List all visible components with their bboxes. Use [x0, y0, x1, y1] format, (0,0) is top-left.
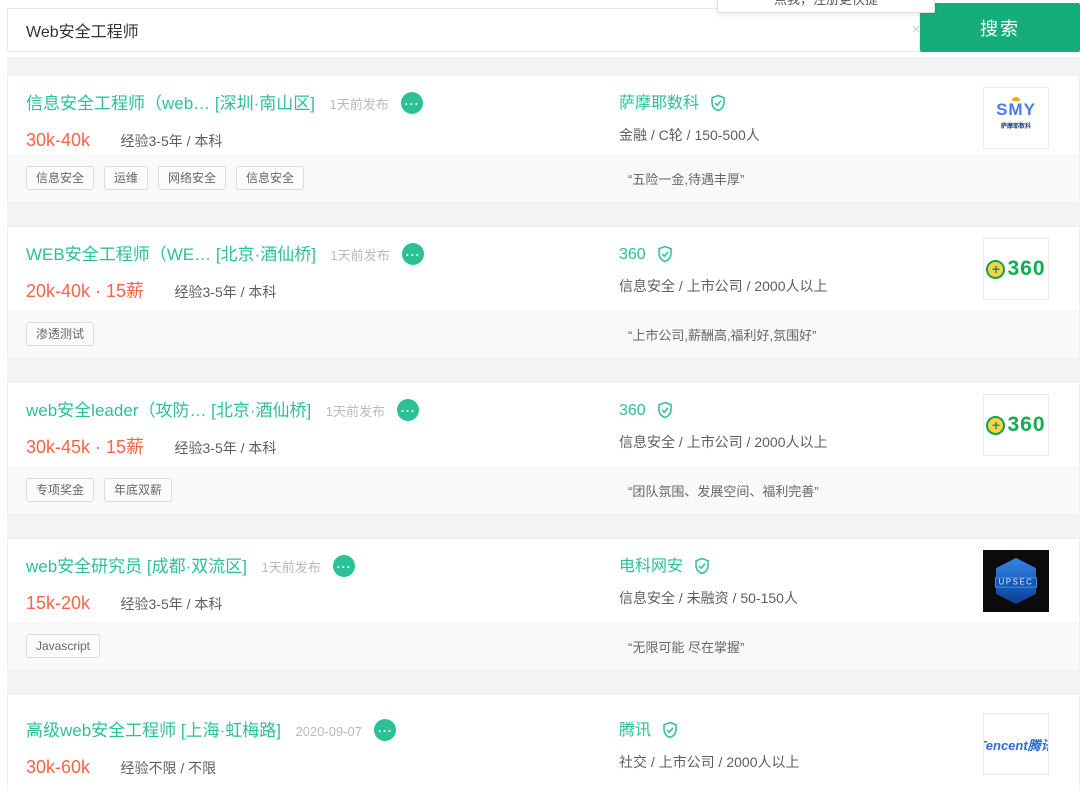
job-requirements: 经验3-5年 / 本科	[174, 284, 277, 300]
company-quote: “五险一金,待遇丰厚”	[628, 171, 745, 187]
job-title-link[interactable]: WEB安全工程师（WE… [北京·酒仙桥]	[26, 245, 316, 264]
salary: 20k-40k · 15薪	[26, 281, 145, 301]
salary: 30k-45k · 15薪	[26, 437, 145, 457]
job-list: 信息安全工程师（web… [深圳·南山区] 1天前发布 ··· 30k-40k …	[7, 57, 1080, 790]
job-tag: 信息安全	[236, 166, 305, 190]
posted-date: 1天前发布	[325, 404, 385, 419]
company-info: 信息安全 / 上市公司 / 2000人以上	[619, 278, 828, 294]
chat-dots: ···	[405, 247, 421, 262]
job-requirements: 经验不限 / 不限	[120, 760, 217, 776]
search-button[interactable]: 搜索	[920, 3, 1080, 52]
job-requirements: 经验3-5年 / 本科	[120, 133, 223, 149]
company-name-link[interactable]: 腾讯	[619, 722, 651, 739]
company-name-link[interactable]: 萨摩耶数科	[619, 95, 699, 112]
job-card: 高级web安全工程师 [上海·虹梅路] 2020-09-07 ··· 30k-6…	[7, 694, 1080, 790]
register-tooltip[interactable]: 点我，注册更快捷	[717, 0, 935, 13]
job-tag: 年底双薪	[104, 478, 173, 502]
verified-shield-icon	[711, 94, 726, 112]
company-info: 社交 / 上市公司 / 2000人以上	[619, 754, 800, 770]
chat-dots: ···	[336, 559, 352, 574]
job-card: web安全leader（攻防… [北京·酒仙桥] 1天前发布 ··· 30k-4…	[7, 382, 1080, 515]
job-title-link[interactable]: web安全leader（攻防… [北京·酒仙桥]	[26, 401, 311, 420]
job-tag: 运维	[104, 166, 149, 190]
360-circle-icon: +	[986, 415, 1006, 435]
company-name-link[interactable]: 360	[619, 246, 646, 263]
company-logo-360[interactable]: + 360	[983, 238, 1049, 300]
company-logo-smy[interactable]: SMY 萨摩耶数科	[983, 87, 1049, 149]
salary: 30k-60k	[26, 757, 91, 777]
job-title-link[interactable]: web安全研究员 [成都·双流区]	[26, 557, 247, 576]
company-quote: “无限可能 尽在掌握”	[628, 639, 745, 655]
posted-date: 2020-09-07	[295, 724, 362, 739]
search-bar: × 搜索 点我，注册更快捷	[0, 0, 1080, 57]
upsec-logo-text: UPSEC	[994, 577, 1038, 588]
job-requirements: 经验3-5年 / 本科	[174, 440, 277, 456]
smy-logo-text: SMY	[996, 99, 1036, 119]
job-tag: 网络安全	[158, 166, 227, 190]
job-card: 信息安全工程师（web… [深圳·南山区] 1天前发布 ··· 30k-40k …	[7, 75, 1080, 203]
job-tag: Javascript	[26, 634, 101, 658]
company-logo-360[interactable]: + 360	[983, 394, 1049, 456]
company-name-link[interactable]: 360	[619, 402, 646, 419]
verified-shield-icon	[695, 557, 710, 575]
job-title-link[interactable]: 高级web安全工程师 [上海·虹梅路]	[26, 721, 281, 740]
chat-dots: ···	[377, 723, 393, 738]
job-tag: 信息安全	[26, 166, 95, 190]
job-tag: 专项奖金	[26, 478, 95, 502]
verified-shield-icon	[658, 245, 672, 263]
verified-shield-icon	[663, 721, 678, 739]
posted-date: 1天前发布	[329, 97, 389, 112]
company-quote: “上市公司,薪酬高,福利好,氛围好”	[628, 327, 817, 343]
salary: 15k-20k	[26, 593, 91, 613]
chat-dots: ···	[404, 96, 420, 111]
360-circle-icon: +	[986, 259, 1006, 279]
company-info: 信息安全 / 上市公司 / 2000人以上	[619, 434, 828, 450]
chat-icon[interactable]: ···	[333, 554, 356, 577]
job-card: web安全研究员 [成都·双流区] 1天前发布 ··· 15k-20k 经验3-…	[7, 538, 1080, 671]
verified-shield-icon	[658, 401, 672, 419]
job-tag: 渗透测试	[26, 322, 95, 346]
chat-icon[interactable]: ···	[374, 718, 397, 741]
360-logo-text: 360	[1007, 257, 1046, 280]
posted-date: 1天前发布	[330, 248, 390, 263]
job-requirements: 经验3-5年 / 本科	[120, 596, 223, 612]
job-card: WEB安全工程师（WE… [北京·酒仙桥] 1天前发布 ··· 20k-40k …	[7, 226, 1080, 359]
search-input[interactable]	[7, 8, 920, 52]
chat-dots: ···	[400, 403, 416, 418]
salary: 30k-40k	[26, 130, 91, 150]
chat-icon[interactable]: ···	[401, 91, 424, 114]
smy-logo-subtext: 萨摩耶数科	[1001, 122, 1031, 130]
posted-date: 1天前发布	[261, 560, 321, 575]
tencent-logo-text: Tencent腾讯	[984, 737, 1048, 753]
360-logo-text: 360	[1007, 413, 1046, 436]
company-logo-upsec[interactable]: UPSEC	[983, 550, 1049, 612]
company-logo-tencent[interactable]: Tencent腾讯	[983, 713, 1049, 775]
chat-icon[interactable]: ···	[397, 398, 420, 421]
company-name-link[interactable]: 电科网安	[619, 558, 683, 575]
chat-icon[interactable]: ···	[402, 242, 425, 265]
company-quote: “团队氛围、发展空间、福利完善”	[628, 483, 819, 499]
company-info: 信息安全 / 未融资 / 50-150人	[619, 590, 798, 606]
company-info: 金融 / C轮 / 150-500人	[619, 127, 760, 143]
job-title-link[interactable]: 信息安全工程师（web… [深圳·南山区]	[26, 94, 315, 113]
